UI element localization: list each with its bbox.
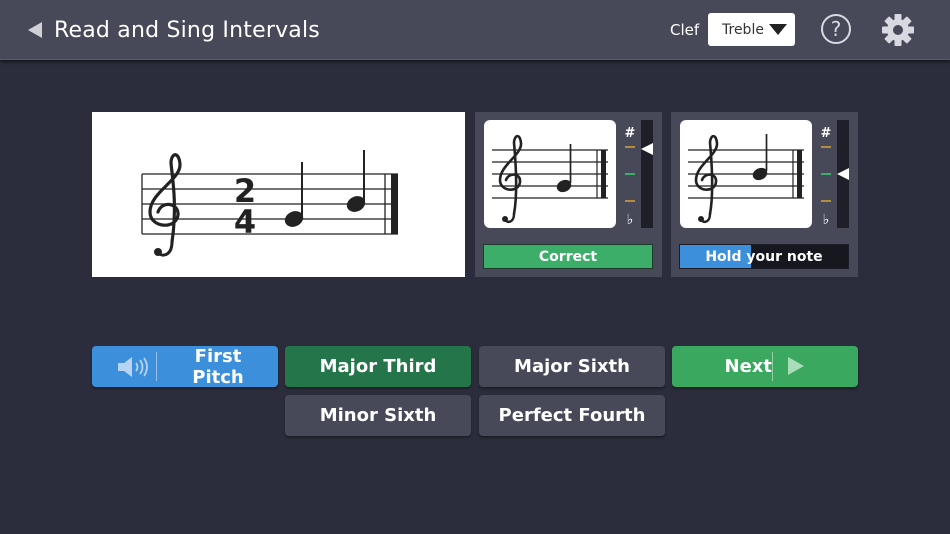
treble-clef-icon [694,134,719,223]
sharp-label: # [821,126,832,141]
speaker-icon [118,357,148,377]
answer-label: Major Third [319,356,437,377]
answer-minor-sixth-button[interactable]: Minor Sixth [285,395,471,436]
chevron-down-icon [769,24,787,35]
flat-label: ♭ [823,212,830,228]
button-divider [156,352,157,381]
help-circle-icon: ? [830,17,842,41]
first-pitch-button[interactable]: First Pitch [92,345,278,388]
time-signature-bottom: 4 [234,203,256,241]
clef-value: Treble [722,21,764,38]
back-triangle-icon [28,22,42,38]
next-button[interactable]: Next [672,346,858,387]
status-hold: Hold your note [679,244,849,269]
gear-icon[interactable] [881,13,915,47]
sharp-label: # [625,126,636,141]
answer-label: Perfect Fourth [498,405,646,426]
answer-major-sixth-button[interactable]: Major Sixth [479,346,665,387]
answer-perfect-fourth-button[interactable]: Perfect Fourth [479,395,665,436]
answer-label: Minor Sixth [319,405,437,426]
first-pitch-label: First Pitch [192,345,244,388]
answer-major-third-button[interactable]: Major Third [285,346,471,387]
status-label: Hold your note [705,248,823,265]
treble-clef-icon [148,153,182,257]
status-correct: Correct [483,244,653,269]
back-button[interactable]: Read and Sing Intervals [28,12,320,48]
pitch-meter [837,120,849,228]
music-staff: 2 4 [92,112,465,277]
play-arrow-icon [788,357,804,375]
pitch-panel-1: # ♭ Correct [475,112,662,277]
pitch-meter [641,120,653,228]
clef-label: Clef [670,21,700,39]
page-title: Read and Sing Intervals [54,17,320,43]
next-label: Next [724,356,773,377]
treble-clef-icon [498,134,523,223]
note-two [346,150,366,212]
answer-label: Major Sixth [514,356,630,377]
status-label: Correct [538,248,598,265]
pitch-pointer-icon [837,168,849,180]
help-button[interactable]: ? [821,14,851,44]
tuning-scale: # ♭ [623,120,637,228]
mini-staff [680,120,812,228]
pitch-pointer-icon [641,143,653,155]
note-one [284,162,304,227]
pitch-panel-2: # ♭ Hold your note [671,112,858,277]
clef-dropdown[interactable]: Treble [708,13,795,46]
top-bar: Read and Sing Intervals Clef Treble ? [0,0,950,60]
tuning-scale: # ♭ [819,120,833,228]
flat-label: ♭ [627,212,634,228]
button-divider [772,352,773,381]
mini-staff [484,120,616,228]
